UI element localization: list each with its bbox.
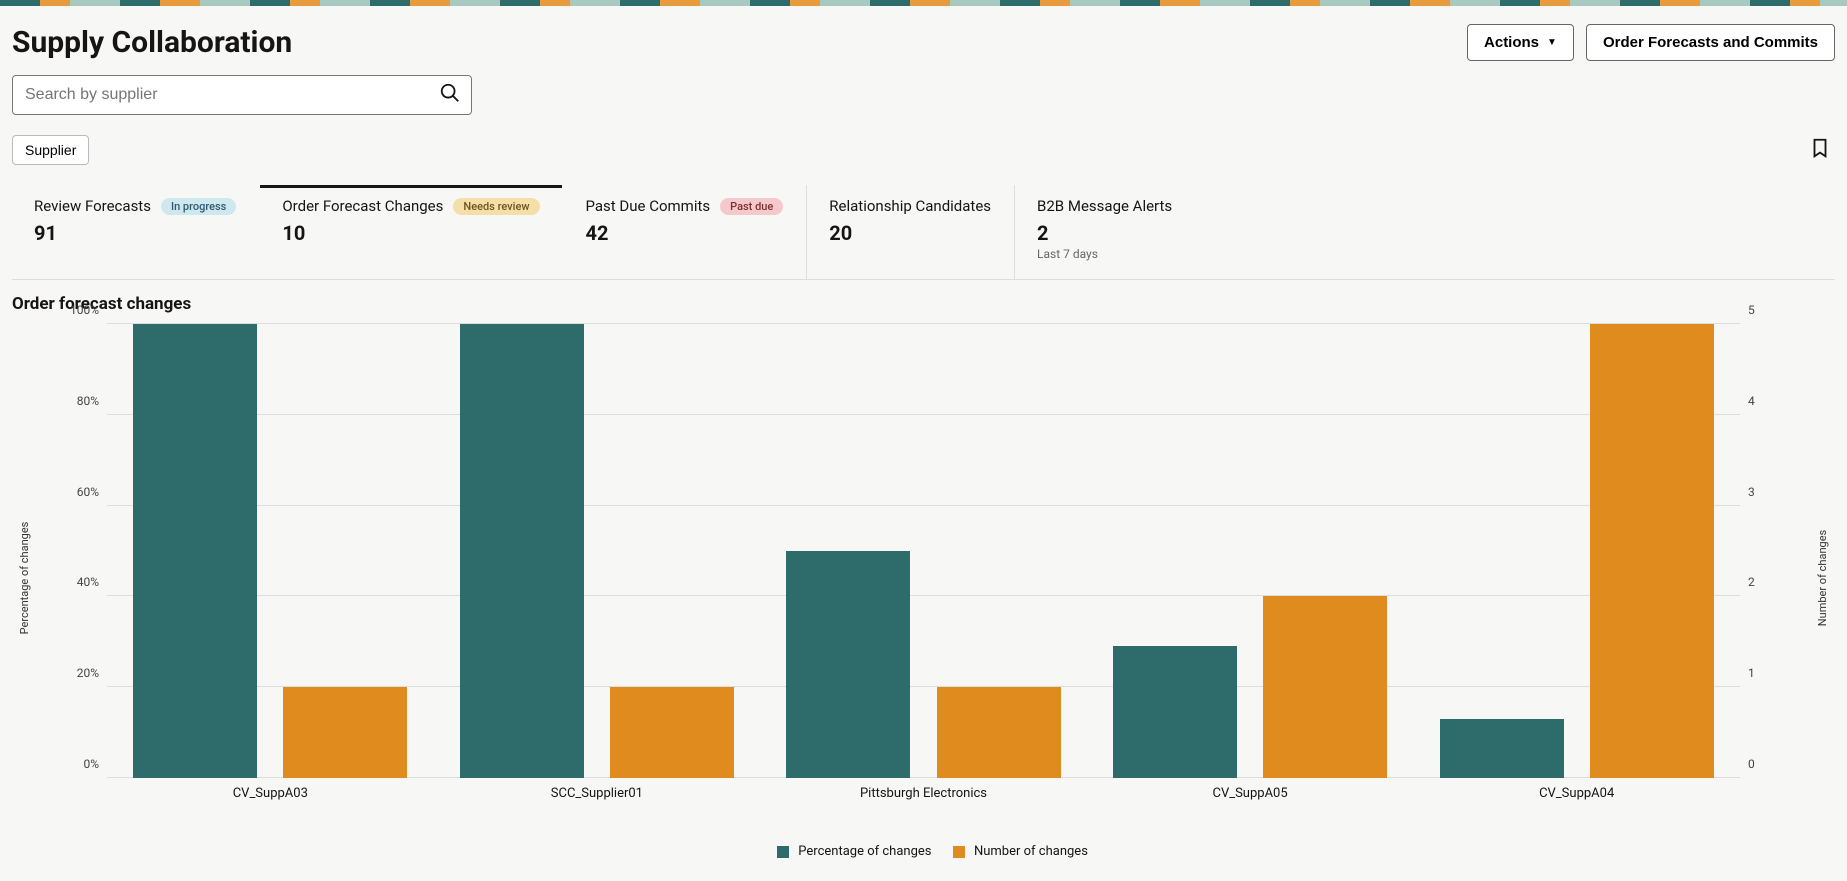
bar-count[interactable]: [610, 687, 734, 778]
x-tick-label: SCC_Supplier01: [434, 778, 761, 838]
supplier-filter-chip[interactable]: Supplier: [12, 135, 89, 165]
page-title: Supply Collaboration: [12, 25, 292, 60]
y-tick-left: 20%: [77, 666, 99, 680]
metric-subtext: Last 7 days: [1037, 247, 1172, 261]
metrics-tabs: Review Forecasts In progress 91 Order Forec…: [12, 185, 1835, 280]
x-tick-label: CV_SuppA03: [107, 778, 434, 838]
y-tick-right: 2: [1748, 575, 1755, 589]
legend-swatch-count: [953, 846, 965, 858]
caret-down-icon: ▼: [1547, 37, 1557, 48]
search-input[interactable]: [13, 76, 429, 114]
y-tick-left: 80%: [77, 394, 99, 408]
metric-value: 20: [829, 221, 991, 245]
legend-swatch-percentage: [777, 846, 789, 858]
y-tick-right: 1: [1748, 666, 1755, 680]
chart-legend: Percentage of changes Number of changes: [12, 838, 1835, 873]
metric-label: B2B Message Alerts: [1037, 197, 1172, 215]
bar-count[interactable]: [1263, 596, 1387, 778]
metric-value: 2: [1037, 221, 1172, 245]
status-badge: Past due: [720, 198, 783, 215]
bar-percentage[interactable]: [460, 324, 584, 778]
bar-count[interactable]: [937, 687, 1061, 778]
bookmark-icon[interactable]: [1805, 133, 1835, 167]
metric-label: Past Due Commits: [586, 197, 711, 215]
metric-tab[interactable]: Order Forecast Changes Needs review 10: [259, 185, 562, 279]
actions-button-label: Actions: [1484, 34, 1539, 51]
y-tick-right: 4: [1748, 394, 1755, 408]
bar-percentage[interactable]: [133, 324, 257, 778]
order-forecasts-commits-button[interactable]: Order Forecasts and Commits: [1586, 24, 1835, 61]
status-badge: Needs review: [453, 198, 539, 215]
search-icon[interactable]: [429, 82, 471, 108]
y-tick-left: 0%: [83, 757, 99, 771]
metric-value: 91: [34, 221, 236, 245]
y-tick-left: 40%: [77, 575, 99, 589]
bar-group: [760, 324, 1087, 778]
actions-button[interactable]: Actions ▼: [1467, 24, 1574, 61]
metric-tab[interactable]: B2B Message Alerts 2 Last 7 days: [1014, 185, 1195, 279]
bar-percentage[interactable]: [1440, 719, 1564, 778]
bar-group: [1087, 324, 1414, 778]
y-tick-right: 0: [1748, 757, 1755, 771]
metric-value: 42: [586, 221, 784, 245]
x-tick-label: CV_SuppA05: [1087, 778, 1414, 838]
bar-group: [1413, 324, 1740, 778]
metric-value: 10: [282, 221, 539, 245]
y-tick-left: 60%: [77, 485, 99, 499]
metric-tab[interactable]: Relationship Candidates 20: [806, 185, 1014, 279]
metric-tab[interactable]: Review Forecasts In progress 91: [12, 185, 259, 279]
x-tick-label: Pittsburgh Electronics: [760, 778, 1087, 838]
y-tick-right: 3: [1748, 485, 1755, 499]
legend-label-count: Number of changes: [974, 844, 1088, 859]
bar-group: [434, 324, 761, 778]
bar-count[interactable]: [283, 687, 407, 778]
metric-label: Review Forecasts: [34, 197, 151, 215]
search-box[interactable]: [12, 75, 472, 115]
metric-tab[interactable]: Past Due Commits Past due 42: [563, 185, 807, 279]
bar-count[interactable]: [1590, 324, 1714, 778]
y-axis-left-label: Percentage of changes: [18, 522, 31, 635]
status-badge: In progress: [161, 198, 236, 215]
x-tick-label: CV_SuppA04: [1413, 778, 1740, 838]
order-forecast-changes-chart: Percentage of changes Number of changes …: [12, 318, 1835, 838]
bar-group: [107, 324, 434, 778]
bar-percentage[interactable]: [1113, 646, 1237, 778]
chart-section-title: Order forecast changes: [12, 294, 1835, 314]
y-axis-right-label: Number of changes: [1816, 530, 1829, 626]
metric-label: Order Forecast Changes: [282, 197, 443, 215]
metric-label: Relationship Candidates: [829, 197, 991, 215]
y-tick-left: 100%: [70, 303, 99, 317]
legend-label-percentage: Percentage of changes: [798, 844, 931, 859]
y-tick-right: 5: [1748, 303, 1755, 317]
bar-percentage[interactable]: [786, 551, 910, 778]
